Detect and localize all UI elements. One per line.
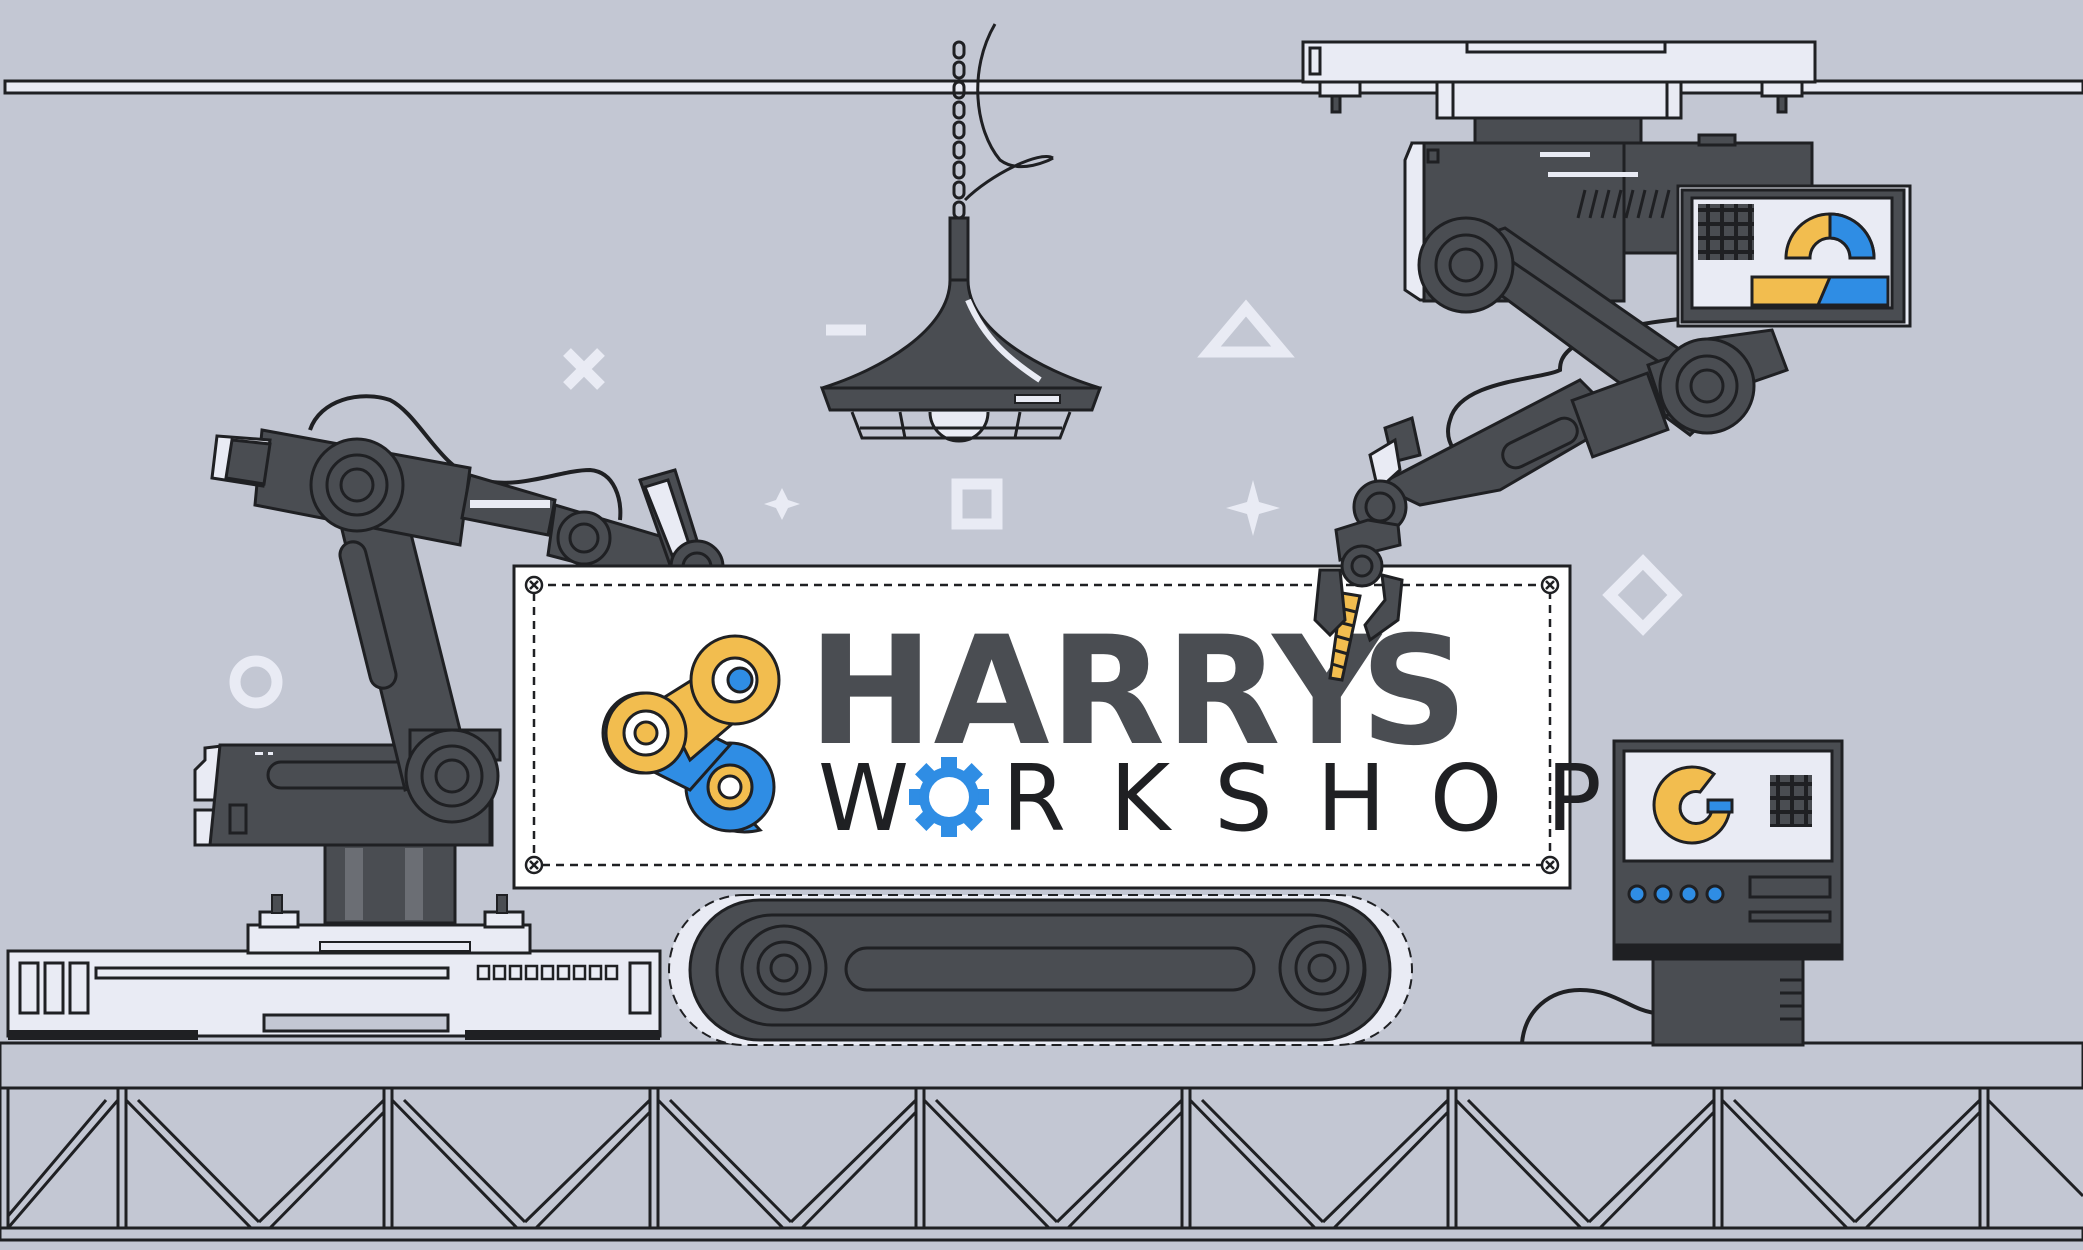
console-grid-icon [1770,775,1812,827]
triangle-icon [1197,299,1295,358]
x-mark-icon [563,348,605,390]
ceiling-monitor [1676,184,1912,328]
banner-subtitle-rest: RKSHOP [1002,745,1646,852]
monitor-grid-icon [1698,204,1754,260]
workshop-scene: HARRY S W RKSHOP [0,23,2083,1242]
tank-treads [668,894,1413,1046]
sparkle-icon [764,488,800,520]
banner: HARRY S W RKSHOP [512,564,1646,890]
lamp-chain [952,40,966,220]
sparkle-icon [1226,480,1280,536]
floor-truss [0,1041,2083,1242]
gear-icon [909,757,989,837]
diamond-icon [1602,554,1683,636]
square-icon [951,478,1003,530]
circle-icon [229,655,283,709]
